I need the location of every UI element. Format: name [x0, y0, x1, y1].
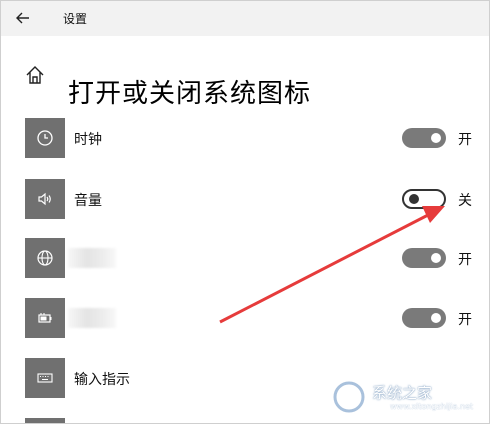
toggle-state-label: 开 [458, 312, 472, 328]
window-title: 设置 [63, 12, 88, 26]
network-tile [25, 238, 65, 278]
home-button[interactable] [24, 64, 46, 86]
toggle-knob [431, 133, 441, 143]
home-icon [26, 66, 44, 84]
list-item-network: 开 [0, 238, 490, 278]
blurred-label [68, 248, 116, 268]
list-item-power: 开 [0, 298, 490, 338]
input-tile [25, 358, 65, 398]
battery-icon [38, 313, 52, 323]
arrow-left-icon [16, 12, 29, 24]
volume-icon [38, 192, 51, 206]
power-tile [25, 298, 65, 338]
toggle-state-label: 关 [458, 193, 472, 209]
page-title: 打开或关闭系统图标 [68, 79, 312, 110]
blurred-label [68, 308, 116, 328]
title-bar: 设置 [0, 0, 490, 36]
next-item-tile [25, 418, 65, 424]
volume-tile [25, 179, 65, 219]
watermark-logo-icon [333, 381, 365, 413]
clock-toggle[interactable] [402, 128, 446, 148]
item-label: 输入指示 [74, 372, 130, 388]
toggle-state-label: 开 [458, 132, 472, 148]
toggle-knob [431, 313, 441, 323]
toggle-state-label: 开 [458, 252, 472, 268]
watermark: 系统之家 www.xitongzhijia.net [330, 378, 488, 418]
watermark-text: 系统之家 [372, 384, 433, 402]
clock-tile [25, 118, 65, 158]
globe-icon [37, 250, 53, 266]
clock-icon [37, 130, 53, 146]
back-button[interactable] [13, 8, 33, 28]
network-toggle[interactable] [402, 248, 446, 268]
toggle-knob [431, 253, 441, 263]
keyboard-icon [37, 373, 53, 383]
list-item-volume: 音量 关 [0, 179, 490, 219]
item-label: 音量 [74, 193, 102, 209]
item-label: 时钟 [74, 132, 102, 148]
volume-toggle[interactable] [402, 189, 446, 209]
watermark-url: www.xitongzhijia.net [390, 402, 474, 411]
toggle-knob [409, 194, 419, 204]
list-item-clock: 时钟 开 [0, 118, 490, 158]
power-toggle[interactable] [402, 308, 446, 328]
